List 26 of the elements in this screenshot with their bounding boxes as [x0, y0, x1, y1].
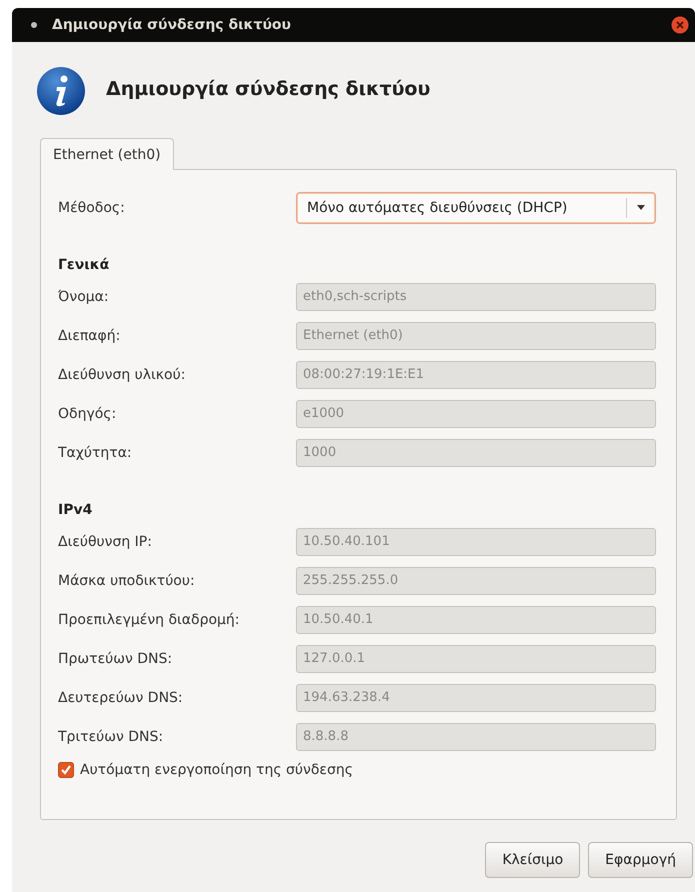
field-label: Πρωτεύων DNS:: [58, 650, 174, 666]
dialog-button[interactable]: Κλείσιμο: [485, 842, 580, 878]
menu-dot-icon[interactable]: [30, 21, 38, 29]
field-label: Μέθοδος:: [58, 200, 126, 216]
field-label: Δευτερεύων DNS:: [58, 690, 184, 706]
method-dropdown[interactable]: Μόνο αυτόματες διευθύνσεις (DHCP): [296, 192, 656, 224]
field-label: Όνομα:: [58, 288, 110, 304]
dialog-heading: Δημιουργία σύνδεσης δικτύου: [106, 78, 430, 100]
field-label: Διεπαφή:: [58, 328, 122, 344]
field-label: Προεπιλεγμένη διαδρομή:: [58, 612, 241, 628]
window-title: Δημιουργία σύνδεσης δικτύου: [52, 17, 292, 33]
checkbox[interactable]: [58, 762, 74, 778]
section-heading: Γενικά: [58, 257, 110, 273]
field-label: Οδηγός:: [58, 406, 118, 422]
info-icon: [36, 66, 86, 116]
tab[interactable]: Ethernet (eth0): [40, 138, 174, 170]
dialog-button[interactable]: Εφαρμογή: [588, 842, 693, 878]
checkbox-label: Αυτόματη ενεργοποίηση της σύνδεσης: [80, 762, 353, 778]
caret-icon: [637, 205, 645, 210]
field-label: Τριτεύων DNS:: [58, 728, 164, 744]
field-label: Ταχύτητα:: [58, 444, 133, 460]
section-heading: IPv4: [58, 502, 94, 518]
field-label: Διεύθυνση IP:: [58, 534, 153, 550]
field-label: Μάσκα υποδικτύου:: [58, 572, 196, 588]
close-icon[interactable]: [671, 16, 689, 34]
field-label: Διεύθυνση υλικού:: [58, 366, 186, 382]
